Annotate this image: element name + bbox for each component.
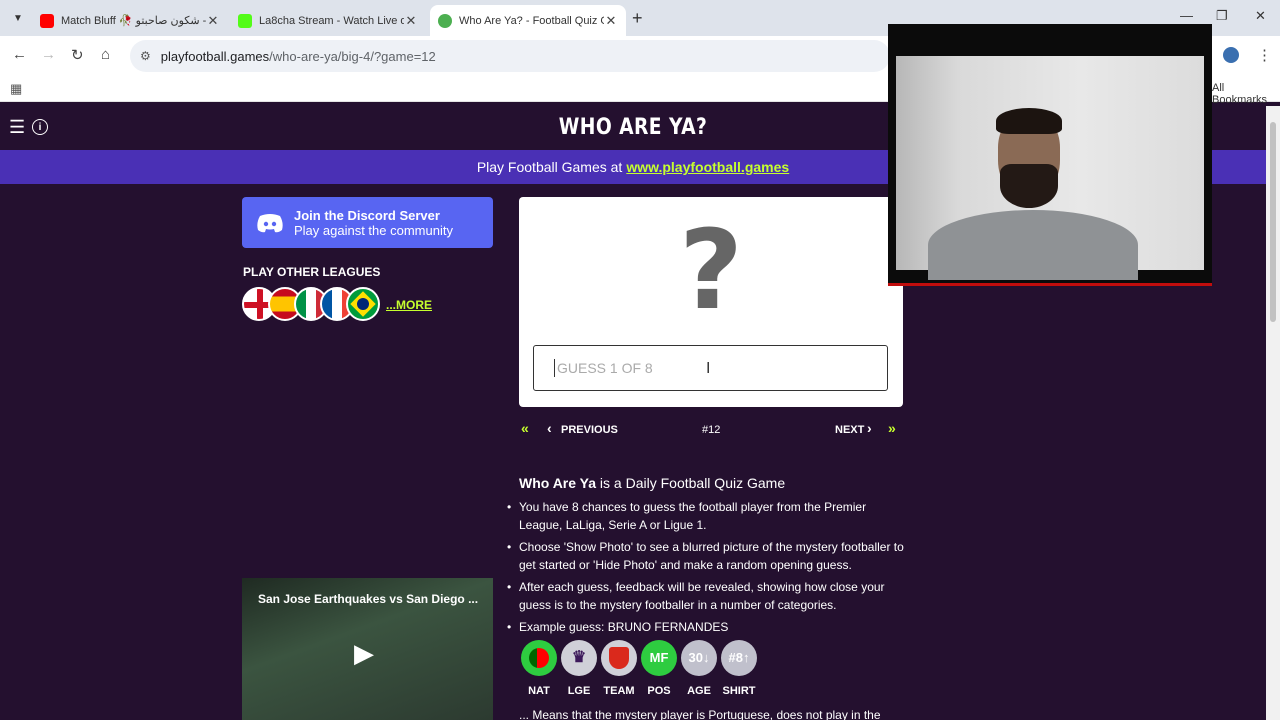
list-item: Choose 'Show Photo' to see a blurred pic… bbox=[507, 538, 904, 574]
leagues-heading: PLAY OTHER LEAGUES bbox=[243, 265, 381, 279]
game-card: ? GUESS 1 OF 8 I bbox=[519, 197, 903, 407]
portugal-flag-icon bbox=[521, 640, 557, 676]
about-title: Who Are Ya is a Daily Football Quiz Game bbox=[519, 474, 904, 492]
tab-search-icon[interactable]: ▼ bbox=[8, 8, 28, 28]
info-icon[interactable]: i bbox=[32, 119, 48, 135]
kebab-menu-icon[interactable]: ⋮ bbox=[1257, 46, 1272, 64]
chip-team: TEAM bbox=[599, 640, 639, 700]
page-scrollbar[interactable] bbox=[1266, 106, 1280, 720]
chip-shirt: #8↑ SHIRT bbox=[719, 640, 759, 700]
minimize-icon[interactable]: — bbox=[1180, 8, 1193, 23]
tab-la8cha-stream[interactable]: La8cha Stream - Watch Live on ✕ bbox=[230, 5, 426, 36]
man-united-crest-icon bbox=[601, 640, 637, 676]
brazil-flag-icon[interactable] bbox=[346, 287, 380, 321]
chip-value: 30↓ bbox=[681, 640, 717, 676]
tab-title: Who Are Ya? - Football Quiz Ga bbox=[459, 14, 604, 27]
tab-match-bluff[interactable]: Match Bluff 🥀 شكون صاحبتو - ✕ bbox=[32, 5, 228, 36]
list-item: You have 8 chances to guess the football… bbox=[507, 498, 904, 534]
premier-league-icon: ♛ bbox=[561, 640, 597, 676]
chip-label: SHIRT bbox=[722, 685, 756, 697]
back-icon[interactable]: ← bbox=[12, 46, 27, 63]
discord-title: Join the Discord Server bbox=[294, 207, 440, 223]
forward-icon[interactable]: → bbox=[41, 46, 56, 63]
reload-icon[interactable]: ↻ bbox=[71, 46, 84, 64]
new-tab-icon[interactable]: + bbox=[632, 8, 643, 29]
discord-icon bbox=[257, 213, 283, 232]
about-title-rest: is a Daily Football Quiz Game bbox=[599, 475, 786, 491]
game-pager: « ‹ PREVIOUS #12 NEXT › » bbox=[519, 420, 903, 440]
question-icon bbox=[438, 13, 452, 28]
restore-icon[interactable]: ❐ bbox=[1216, 8, 1228, 24]
cursor-ibeam-icon: I bbox=[706, 360, 711, 377]
video-title: San Jose Earthquakes vs San Diego ... bbox=[258, 592, 479, 606]
promo-text: Play Football Games at bbox=[476, 159, 623, 175]
example-explanation: ... Means that the mystery player is Por… bbox=[519, 708, 881, 720]
all-bookmarks[interactable]: All Bookmarks bbox=[1212, 82, 1280, 106]
webcam-overlay bbox=[888, 24, 1212, 286]
kick-icon bbox=[238, 13, 252, 28]
league-flags bbox=[242, 287, 380, 322]
youtube-icon bbox=[40, 13, 54, 28]
chip-label: POS bbox=[647, 685, 671, 697]
chip-label: NAT bbox=[528, 685, 550, 697]
scrollbar-thumb[interactable] bbox=[1270, 122, 1276, 322]
webcam-person-body bbox=[928, 210, 1138, 280]
url-host: playfootball.games bbox=[160, 48, 270, 64]
play-icon[interactable]: ▶ bbox=[354, 638, 384, 668]
tab-title: Match Bluff 🥀 شكون صاحبتو - bbox=[61, 15, 206, 27]
profile-avatar[interactable] bbox=[1223, 47, 1239, 63]
about-section: Who Are Ya is a Daily Football Quiz Game… bbox=[507, 474, 904, 720]
mystery-player: ? bbox=[679, 206, 743, 334]
chip-lge: ♛ LGE bbox=[559, 640, 599, 700]
promo-link[interactable]: www.playfootball.games bbox=[626, 159, 789, 175]
chevron-right-icon[interactable]: › bbox=[867, 420, 872, 436]
apps-grid-icon[interactable]: ▦ bbox=[10, 81, 22, 97]
chip-label: AGE bbox=[687, 685, 711, 697]
home-icon[interactable]: ⌂ bbox=[101, 46, 110, 63]
tab-who-are-ya[interactable]: Who Are Ya? - Football Quiz Ga ✕ bbox=[430, 5, 626, 36]
discord-button[interactable]: Join the Discord Server Play against the… bbox=[242, 197, 493, 248]
chevron-left-icon[interactable]: ‹ bbox=[547, 420, 552, 436]
more-leagues-link[interactable]: ...MORE bbox=[386, 298, 432, 312]
chip-value: MF bbox=[641, 640, 677, 676]
list-item: After each guess, feedback will be revea… bbox=[507, 578, 904, 614]
first-game-icon[interactable]: « bbox=[521, 420, 529, 436]
url-path: /who-are-ya/big-4/?game=12 bbox=[269, 48, 436, 64]
site-info-icon[interactable]: ⚙ bbox=[140, 49, 151, 63]
discord-subtitle: Play against the community bbox=[294, 222, 453, 238]
text-caret bbox=[554, 359, 555, 377]
last-game-icon[interactable]: » bbox=[888, 420, 896, 436]
video-player[interactable]: San Jose Earthquakes vs San Diego ... ▶ bbox=[242, 578, 493, 720]
hamburger-menu-icon[interactable]: ☰ bbox=[9, 117, 25, 138]
previous-button[interactable]: PREVIOUS bbox=[561, 424, 618, 436]
next-button[interactable]: NEXT bbox=[835, 424, 864, 436]
list-item: Example guess: BRUNO FERNANDES bbox=[507, 618, 904, 636]
guess-input[interactable]: GUESS 1 OF 8 bbox=[533, 345, 888, 391]
webcam-person-beard bbox=[1000, 164, 1058, 208]
chip-label: TEAM bbox=[603, 685, 635, 697]
rules-list: You have 8 chances to guess the football… bbox=[507, 498, 904, 636]
guess-placeholder: GUESS 1 OF 8 bbox=[557, 360, 653, 376]
game-number: #12 bbox=[702, 424, 721, 436]
close-icon[interactable]: ✕ bbox=[604, 13, 618, 29]
chip-value: #8↑ bbox=[721, 640, 757, 676]
window-close-icon[interactable]: ✕ bbox=[1255, 8, 1266, 24]
chip-nat: NAT bbox=[519, 640, 559, 700]
close-icon[interactable]: ✕ bbox=[404, 13, 418, 29]
chip-pos: MF POS bbox=[639, 640, 679, 700]
webcam-person-hair bbox=[996, 108, 1062, 134]
tab-title: La8cha Stream - Watch Live on bbox=[259, 14, 404, 27]
about-title-bold: Who Are Ya bbox=[519, 475, 597, 491]
example-chips: NAT ♛ LGE TEAM MF POS 30↓ AGE #8↑ SHIRT bbox=[519, 640, 904, 700]
address-bar[interactable]: ⚙ playfootball.games/who-are-ya/big-4/?g… bbox=[130, 40, 890, 72]
chip-label: LGE bbox=[567, 685, 591, 697]
chip-age: 30↓ AGE bbox=[679, 640, 719, 700]
close-icon[interactable]: ✕ bbox=[206, 13, 220, 29]
